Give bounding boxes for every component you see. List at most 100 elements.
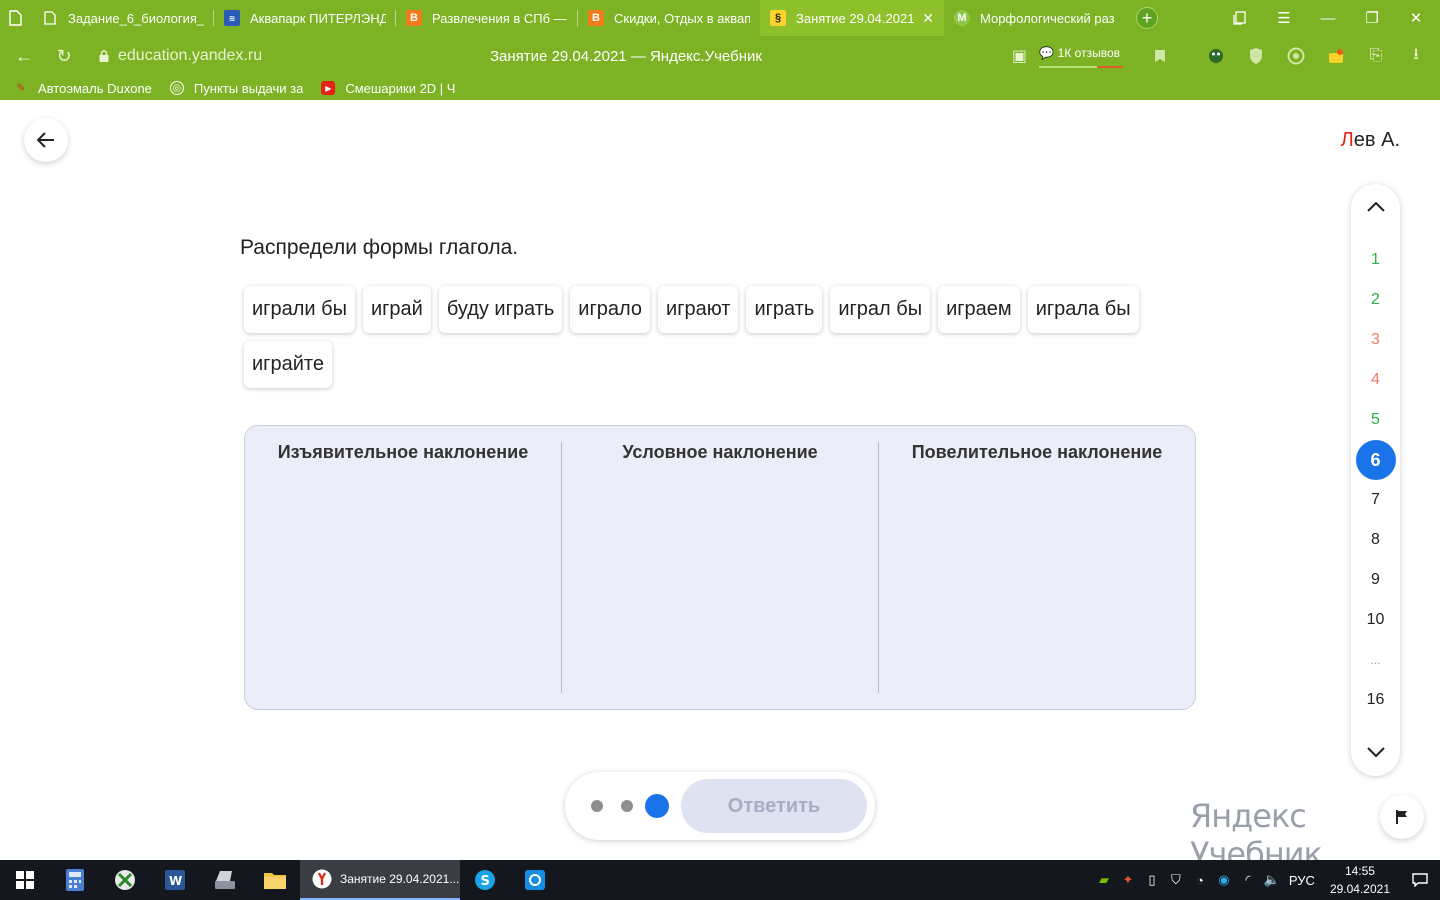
- restore-icon[interactable]: ❐: [1350, 0, 1394, 36]
- windows-start-icon[interactable]: [0, 860, 50, 900]
- taskbar-active-app[interactable]: Занятие 29.04.2021...: [300, 860, 460, 900]
- word-chip[interactable]: играло: [570, 286, 651, 333]
- word-chip[interactable]: играем: [938, 286, 1020, 333]
- column-title: Повелительное наклонение: [911, 442, 1163, 462]
- xbox-icon[interactable]: [100, 860, 150, 900]
- back-button[interactable]: [24, 118, 68, 162]
- frog-extension-icon[interactable]: [1196, 36, 1236, 76]
- bookmark-label: Смешарики 2D | Ч: [345, 80, 456, 96]
- tab-3-label: Развлечения в СПб —: [432, 10, 567, 26]
- tab-3[interactable]: B Развлечения в СПб —: [396, 0, 578, 36]
- task-item-8[interactable]: 8: [1351, 520, 1400, 560]
- bookmark-item-3[interactable]: ▶ Смешарики 2D | Ч: [321, 81, 455, 96]
- tab-4[interactable]: B Скидки, Отдых в аквап: [578, 0, 760, 36]
- bookmark-item-2[interactable]: ◎ Пункты выдачи за: [169, 81, 303, 96]
- language-indicator[interactable]: РУС: [1284, 860, 1320, 900]
- file-explorer-icon[interactable]: [250, 860, 300, 900]
- reload-icon[interactable]: ↻: [44, 36, 84, 76]
- task-item-7[interactable]: 7: [1351, 480, 1400, 520]
- calculator-icon[interactable]: [50, 860, 100, 900]
- back-arrow-icon[interactable]: ←: [4, 36, 44, 76]
- task-item-3[interactable]: 3: [1351, 320, 1400, 360]
- report-flag-button[interactable]: [1380, 795, 1424, 839]
- wifi-icon[interactable]: ◜: [1236, 860, 1260, 900]
- word-icon[interactable]: W: [150, 860, 200, 900]
- youtube-icon: ▶: [321, 81, 336, 95]
- attempt-dot: [621, 800, 633, 812]
- answer-bar: Ответить: [565, 772, 875, 840]
- menu-icon[interactable]: ☰: [1262, 0, 1306, 36]
- reviews-rating-bar: [1039, 66, 1124, 68]
- tab-1-label: Задание_6_биология_2: [68, 10, 204, 26]
- collections-icon[interactable]: [1218, 0, 1262, 36]
- user-name[interactable]: Лев А.: [1341, 129, 1400, 152]
- pin-icon: ✎: [16, 82, 26, 94]
- task-item-16[interactable]: 16: [1351, 680, 1400, 720]
- task-ellipsis: ...: [1370, 653, 1381, 667]
- download-icon[interactable]: ⭳: [1396, 36, 1436, 76]
- task-item-2[interactable]: 2: [1351, 280, 1400, 320]
- task-item-5[interactable]: 5: [1351, 400, 1400, 440]
- fax-icon[interactable]: [200, 860, 250, 900]
- word-chip[interactable]: играют: [658, 286, 739, 333]
- notifications-icon[interactable]: [1316, 36, 1356, 76]
- question-text: Распредели формы глагола.: [240, 236, 519, 259]
- usb-icon[interactable]: ▯: [1140, 860, 1164, 900]
- clock-date: 29.04.2021: [1329, 882, 1390, 896]
- word-chip[interactable]: играли бы: [244, 286, 355, 333]
- mail-ru-icon[interactable]: [510, 860, 560, 900]
- task-item-label: 6: [1355, 440, 1396, 480]
- word-chip[interactable]: играй: [362, 286, 431, 333]
- task-item-4[interactable]: 4: [1351, 360, 1400, 400]
- lock-icon: [99, 50, 109, 62]
- tab-2[interactable]: ≋ Аквапарк ПИТЕРЛЭНД: [214, 0, 396, 36]
- word-chip[interactable]: играть: [746, 286, 823, 333]
- alice-icon[interactable]: [1276, 36, 1316, 76]
- drop-zone-imperative[interactable]: Повелительное наклонение: [878, 442, 1195, 693]
- bookmark-icon[interactable]: [1140, 36, 1180, 76]
- word-chip[interactable]: играл бы: [830, 286, 931, 333]
- task-item-9[interactable]: 9: [1351, 560, 1400, 600]
- tab-5-label: Занятие 29.04.2021 -: [796, 10, 915, 26]
- skype-icon[interactable]: S: [460, 860, 510, 900]
- vpn-icon[interactable]: ◉: [1212, 860, 1236, 900]
- new-tab-button[interactable]: +: [1136, 7, 1158, 29]
- tray-app-icon[interactable]: ✦: [1116, 860, 1140, 900]
- word-chip[interactable]: играйте: [244, 341, 332, 388]
- drop-zone-conditional[interactable]: Условное наклонение: [561, 442, 878, 693]
- downloads-list-icon[interactable]: ⎘: [1356, 36, 1396, 76]
- chevron-up-icon[interactable]: [1351, 187, 1400, 227]
- drop-zone-indicative[interactable]: Изъявительное наклонение: [245, 442, 561, 693]
- shield-icon[interactable]: [1236, 36, 1276, 76]
- clock[interactable]: 14:55 29.04.2021: [1330, 862, 1390, 898]
- task-item-6-current[interactable]: 6: [1351, 440, 1400, 480]
- tab-5-active[interactable]: § Занятие 29.04.2021 - ✕: [760, 0, 944, 36]
- word-chip[interactable]: буду играть: [438, 286, 563, 333]
- tabs-menu-icon[interactable]: [0, 0, 32, 36]
- task-item-1[interactable]: 1: [1351, 240, 1400, 280]
- word-chip[interactable]: играла бы: [1027, 286, 1139, 333]
- close-window-icon[interactable]: ✕: [1394, 0, 1438, 36]
- bookmarks-bar: ✎ Автоэмаль Duxone ◎ Пункты выдачи за ▶ …: [0, 76, 1440, 100]
- nvidia-icon[interactable]: ▰: [1092, 860, 1116, 900]
- bookmark-item-1[interactable]: ✎ Автоэмаль Duxone: [14, 81, 152, 96]
- volume-icon[interactable]: 🔈: [1260, 860, 1284, 900]
- close-tab-icon[interactable]: ✕: [922, 10, 934, 27]
- url-field[interactable]: education.yandex.ru: [98, 44, 262, 68]
- notification-center-icon[interactable]: [1400, 860, 1440, 900]
- minimize-icon[interactable]: —: [1306, 0, 1350, 36]
- tab-1[interactable]: Задание_6_биология_2: [32, 0, 214, 36]
- tab-6[interactable]: M Морфологический раз: [944, 0, 1126, 36]
- task-item-10[interactable]: 10: [1351, 600, 1400, 640]
- network-icon[interactable]: ◔: [1188, 860, 1212, 900]
- answer-button[interactable]: Ответить: [681, 779, 867, 833]
- brand-part1: Яндекс: [1190, 797, 1307, 835]
- reviews-badge[interactable]: 💬 1К отзывов: [1039, 46, 1124, 68]
- chevron-down-icon[interactable]: [1351, 732, 1400, 772]
- svg-text:S: S: [481, 874, 490, 889]
- tab-6-label: Морфологический раз: [980, 10, 1115, 26]
- extension-icon[interactable]: ▣: [999, 36, 1039, 76]
- arrow-left-icon: [37, 132, 54, 148]
- defender-icon[interactable]: ⛉: [1164, 860, 1188, 900]
- page-title: Занятие 29.04.2021 — Яндекс.Учебник: [490, 48, 762, 65]
